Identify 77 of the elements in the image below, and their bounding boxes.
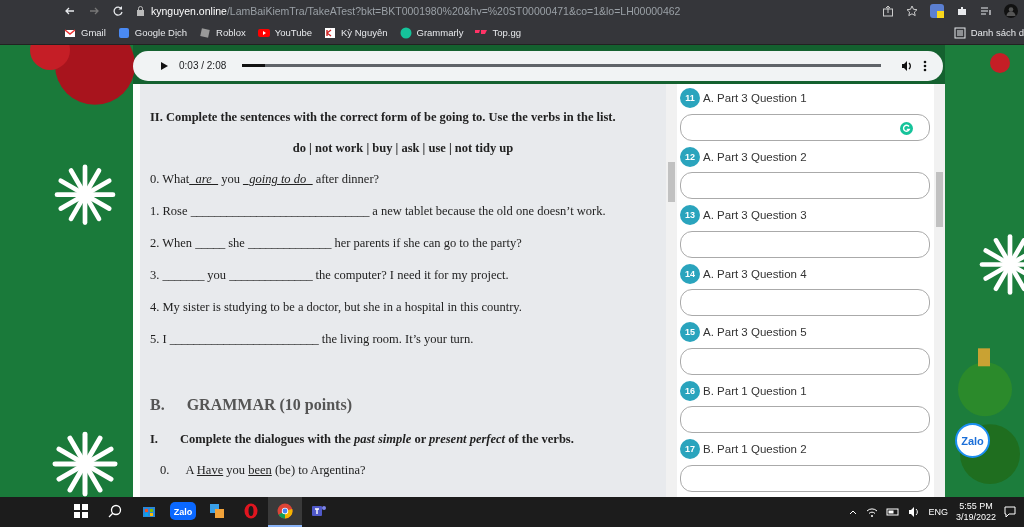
bookmark-link[interactable]: Gmail	[64, 26, 106, 39]
list-icon	[953, 26, 966, 39]
teams-icon[interactable]	[311, 503, 327, 519]
logo-icon	[324, 26, 336, 39]
clock[interactable]: 5:55 PM 3/19/2022	[955, 501, 996, 523]
question-label: A. Part 3 Question 1	[703, 92, 807, 104]
battery-icon[interactable]	[886, 506, 901, 518]
notification-icon[interactable]	[1004, 506, 1016, 518]
puzzle-icon[interactable]	[956, 4, 968, 17]
exercise-sentence: 4. My sister is studying to be a doctor, but she in a hospital in this country.	[150, 299, 523, 316]
bookmark-link[interactable]: Roblox	[199, 26, 246, 39]
reload-icon[interactable]	[112, 4, 124, 17]
answer-field[interactable]	[680, 347, 930, 375]
bookmark-link[interactable]: Google Dịch	[117, 26, 188, 39]
question-label: A. Part 3 Question 5	[703, 326, 807, 338]
answer-field[interactable]	[680, 172, 930, 199]
speaker-icon[interactable]	[908, 506, 921, 518]
section-letter: B.	[150, 395, 165, 414]
playlist-icon[interactable]	[980, 4, 992, 17]
bookmark-link[interactable]: Kỳ Nguyên	[324, 26, 388, 39]
question-number: 11	[680, 88, 700, 108]
bookmark-link[interactable]: YouTube	[257, 26, 312, 39]
bookmark-link[interactable]: Top.gg	[475, 26, 521, 39]
lock-icon	[136, 5, 145, 16]
star-icon[interactable]	[906, 4, 918, 17]
answer-field[interactable]	[680, 230, 930, 258]
play-icon	[257, 26, 270, 39]
time-text: 0:03 / 2:08	[179, 60, 227, 72]
chat-icon[interactable]: Zalo	[170, 502, 196, 520]
windows-icon[interactable]	[74, 504, 88, 518]
scrollbar[interactable]	[666, 83, 677, 497]
question-number: 14	[680, 263, 700, 284]
question-number: 16	[680, 380, 700, 401]
extension-icon[interactable]	[930, 3, 944, 18]
example-number: 0.	[160, 462, 170, 478]
search-icon[interactable]	[108, 504, 122, 518]
grammarly-icon	[399, 26, 412, 39]
volume-icon[interactable]	[901, 59, 913, 72]
instruction-text: Complete the dialogues with the past simple or present perfect of the verbs.	[180, 431, 574, 447]
app-icon[interactable]	[209, 503, 225, 519]
avatar[interactable]	[1004, 3, 1018, 18]
exercise-sentence: 1. Rose ______________________________ a new tablet because the old one doesn’t work.	[150, 203, 607, 220]
question-label: A. Part 3 Question 4	[703, 267, 807, 280]
verb-list: do | not work | buy | ask | use | not tidy up	[150, 140, 656, 156]
question-label: A. Part 3 Question 3	[703, 209, 807, 221]
instruction-number: I.	[150, 431, 158, 447]
reading-list-button[interactable]: Danh sách d	[953, 26, 1024, 39]
play-icon[interactable]	[159, 60, 169, 71]
question-label: B. Part 1 Question 1	[703, 384, 807, 397]
mail-icon	[64, 26, 76, 39]
translate-icon	[117, 26, 130, 39]
more-icon[interactable]	[923, 59, 927, 72]
example-sentence: A Have you been (be) to Argentina?	[185, 462, 366, 478]
chrome-icon[interactable]	[277, 503, 293, 519]
question-number: 15	[680, 322, 700, 342]
question-number: 12	[680, 146, 700, 167]
question-number: 13	[680, 205, 700, 225]
bookmark-link[interactable]: Grammarly	[399, 26, 464, 39]
exercise-heading: II. Complete the sentences with the correct form of be going to. Use the verbs in the list.	[150, 109, 617, 125]
question-label: A. Part 3 Question 2	[703, 150, 807, 163]
answer-field[interactable]	[680, 289, 930, 316]
language-indicator[interactable]: ENG	[928, 507, 948, 517]
progress-track[interactable]	[242, 64, 881, 68]
opera-icon[interactable]	[243, 503, 259, 519]
wifi-icon[interactable]	[866, 506, 879, 518]
section-title: GRAMMAR (10 points)	[186, 395, 352, 414]
answer-field[interactable]	[680, 406, 930, 433]
exercise-sentence: 2. When _____ she ______________ her parents if she can go to the party?	[150, 235, 523, 252]
exercise-sentence: 5. I _________________________ the living room. It’s your turn.	[150, 331, 475, 348]
question-number: 17	[680, 439, 700, 459]
exercise-sentence: 3. _______ you ______________ the computer? I need it for my project.	[150, 267, 510, 284]
scrollbar[interactable]	[934, 83, 945, 497]
question-label: B. Part 1 Question 2	[703, 443, 807, 455]
exercise-sentence: 0. What_are_ you _going to do_ after dinner?	[150, 171, 381, 188]
answer-field[interactable]	[680, 113, 930, 141]
answer-field[interactable]	[680, 464, 930, 492]
share-icon[interactable]	[882, 4, 894, 17]
